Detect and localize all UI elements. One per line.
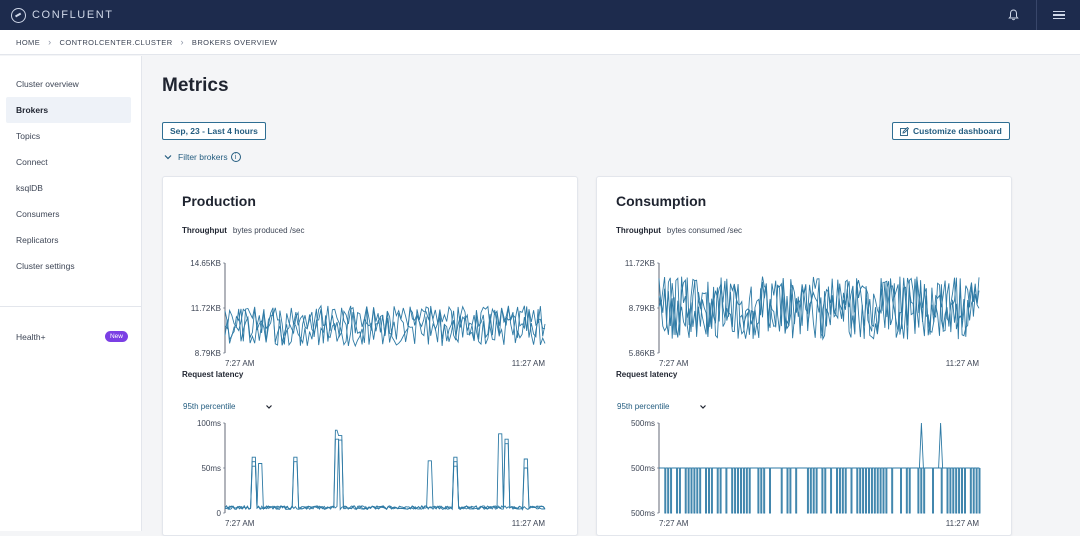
consumption-card: Consumption Throughput bytes consumed /se… [596,176,1012,536]
card-title: Production [182,193,256,209]
throughput-label: Throughput bytes consumed /sec [616,226,743,235]
throughput-unit: bytes produced /sec [232,226,305,235]
x-tick-label: 11:27 AM [512,519,546,528]
throughput-label: Throughput bytes produced /sec [182,226,305,235]
chevron-down-icon [164,155,172,160]
info-icon[interactable]: i [230,152,241,162]
y-tick-label: 100ms [197,419,221,428]
y-tick-label: 500ms [631,509,655,518]
request-latency-label: Request latency [616,370,678,379]
y-tick-label: 11.72KB [625,259,655,268]
x-tick-label: 7:27 AM [225,359,255,368]
throughput-unit: bytes consumed /sec [666,226,743,235]
production-throughput-chart: 14.65KB 11.72KB 8.79KB 7:27 AM 11:27 AM [190,259,546,368]
customize-dashboard-label: Customize dashboard [913,126,1002,136]
x-tick-label: 11:27 AM [946,359,980,368]
request-latency-label: Request latency [182,370,244,379]
sidebar-item-ksqldb[interactable]: ksqlDB [0,175,141,201]
spike-mark [938,422,944,469]
y-tick-label: 0 [217,509,222,518]
y-tick-label: 8.79KB [195,349,221,358]
sidebar-item-consumers[interactable]: Consumers [0,201,141,227]
breadcrumb-brokers-overview: BROKERS OVERVIEW [191,37,278,47]
y-tick-label: 500ms [631,419,655,428]
edit-icon [900,126,909,136]
customize-dashboard-button[interactable]: Customize dashboard [892,122,1010,140]
series-line [659,467,981,514]
bell-icon[interactable] [998,0,1028,30]
percentile-value: 95th percentile [617,402,670,411]
breadcrumb-cluster[interactable]: CONTROLCENTER.CLUSTER [60,38,173,47]
sidebar-item-replicators[interactable]: Replicators [0,227,141,253]
series-line [224,429,546,511]
y-tick-label: 5.86KB [629,349,655,358]
confluent-logo-icon [11,7,26,23]
main-content: Metrics Sep, 23 - Last 4 hours Customize… [143,56,1080,536]
sidebar-divider [0,306,142,307]
y-tick-label: 500ms [631,464,655,473]
percentile-select[interactable]: 95th percentile [617,402,707,411]
health-plus-label: Health+ [16,331,46,342]
card-title: Consumption [616,193,707,209]
sidebar-item-cluster-overview[interactable]: Cluster overview [0,71,141,97]
percentile-select[interactable]: 95th percentile [183,402,273,411]
brand-logo[interactable]: CONFLUENT [11,7,114,23]
breadcrumb-home[interactable]: HOME [16,38,40,47]
consumption-throughput-chart: 11.72KB 8.79KB 5.86KB 7:27 AM 11:27 AM [625,259,980,368]
date-range-button[interactable]: Sep, 23 - Last 4 hours [162,122,266,140]
y-tick-label: 14.65KB [190,259,221,268]
sidebar-item-brokers[interactable]: Brokers [6,97,131,123]
production-card: Production Throughput bytes produced /sec… [162,176,578,536]
new-badge: New [104,331,128,342]
sidebar-item-topics[interactable]: Topics [0,123,141,149]
brand-name: CONFLUENT [32,9,114,21]
chevron-right-icon: › [48,37,52,47]
production-latency-chart: 100ms 50ms 07:27 AM 11:27 AM [197,419,546,528]
x-tick-label: 7:27 AM [225,519,255,528]
x-tick-label: 7:27 AM [659,359,689,368]
x-tick-label: 11:27 AM [946,519,980,528]
chevron-right-icon: › [180,37,184,47]
consumption-latency-chart: 500ms 500ms 500ms 7:27 AM 11:27 AM [631,419,981,528]
y-tick-label: 11.72KB [191,304,221,313]
sidebar-item-connect[interactable]: Connect [0,149,141,175]
percentile-value: 95th percentile [183,402,236,411]
y-tick-label: 50ms [201,464,221,473]
x-tick-label: 7:27 AM [659,519,689,528]
y-tick-label: 8.79KB [629,304,655,313]
page-title: Metrics [162,75,229,96]
sidebar-item-health-plus[interactable]: Health+ New [16,331,128,342]
filter-brokers-toggle[interactable]: Filter brokers i [164,152,241,162]
hamburger-menu-icon[interactable] [1036,0,1080,30]
sidebar-item-cluster-settings[interactable]: Cluster settings [0,253,141,279]
chevron-down-icon [700,404,707,409]
chevron-down-icon [266,404,273,409]
x-tick-label: 11:27 AM [512,359,546,368]
top-bar: CONFLUENT [0,0,1080,30]
sidebar: Cluster overview Brokers Topics Connect … [0,56,142,531]
filter-brokers-label: Filter brokers [178,152,228,162]
breadcrumb: HOME › CONTROLCENTER.CLUSTER › BROKERS O… [0,30,1080,55]
spike-mark [918,422,924,469]
